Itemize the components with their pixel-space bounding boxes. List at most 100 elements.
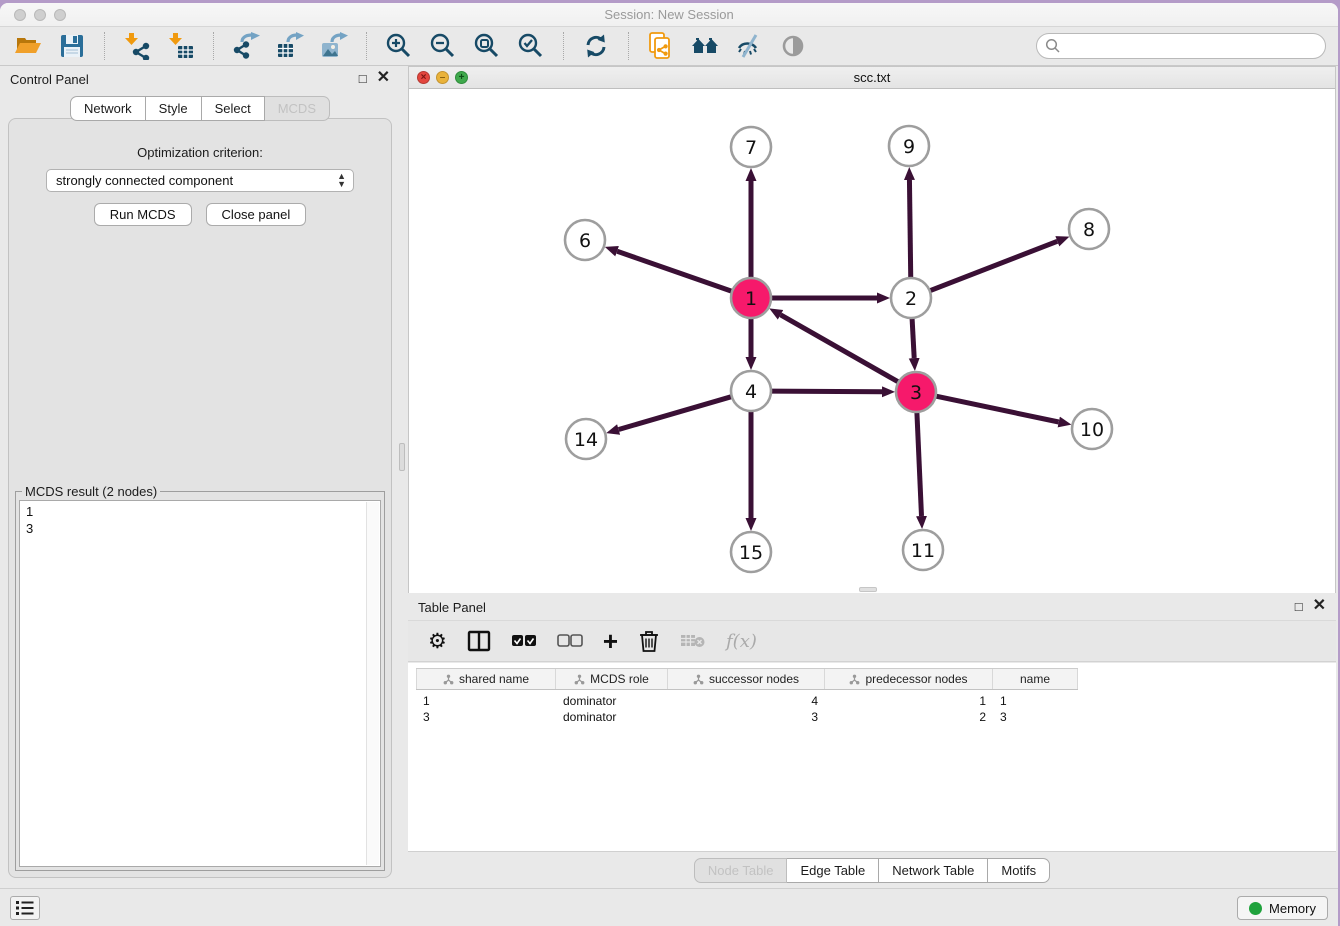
table-cell[interactable]: 4 — [668, 693, 825, 709]
run-mcds-button[interactable]: Run MCDS — [94, 203, 192, 226]
column-header-successor-nodes[interactable]: successor nodes — [668, 669, 825, 689]
zoom-selected-icon[interactable] — [515, 30, 547, 62]
table-cell[interactable]: 1 — [993, 693, 1078, 709]
table-cell[interactable]: dominator — [556, 709, 668, 725]
delete-table-icon — [680, 633, 706, 649]
network-window-title: scc.txt — [409, 70, 1335, 85]
vertical-splitter-handle[interactable] — [399, 443, 405, 471]
close-panel-button[interactable]: Close panel — [206, 203, 307, 226]
table-panel-title: Table Panel — [418, 600, 486, 615]
float-table-panel-icon[interactable]: □ — [1295, 600, 1303, 613]
apply-layout-icon[interactable] — [580, 30, 612, 62]
table-row[interactable]: 3dominator323 — [416, 709, 1078, 725]
mcds-panel-body: Optimization criterion: strongly connect… — [8, 118, 392, 878]
column-settings-icon[interactable]: ⚙ — [428, 631, 447, 652]
table-row[interactable]: 1dominator411 — [416, 693, 1078, 709]
toolbar-separator — [213, 32, 214, 60]
tab-edge-table[interactable]: Edge Table — [787, 858, 879, 883]
titlebar: Session: New Session — [0, 3, 1338, 27]
import-network-icon[interactable] — [121, 30, 153, 62]
function-builder-icon: f(x) — [726, 631, 757, 652]
export-image-icon[interactable] — [318, 30, 350, 62]
column-header-predecessor-nodes[interactable]: predecessor nodes — [825, 669, 993, 689]
export-network-icon[interactable] — [230, 30, 262, 62]
optimization-criterion-label: Optimization criterion: — [9, 145, 391, 160]
memory-button[interactable]: Memory — [1237, 896, 1328, 920]
deselect-all-columns-icon[interactable] — [557, 634, 583, 648]
import-table-icon[interactable] — [165, 30, 197, 62]
toolbar-separator — [104, 32, 105, 60]
graph-edge-1-6[interactable] — [617, 251, 732, 291]
zoom-in-icon[interactable] — [383, 30, 415, 62]
result-scrollbar[interactable] — [366, 502, 379, 865]
graph-node-label-15: 15 — [739, 542, 763, 564]
graph-edge-3-11[interactable] — [917, 412, 922, 516]
close-panel-icon[interactable]: ✕ — [377, 70, 390, 86]
graph-edge-3-10[interactable] — [936, 396, 1059, 422]
mcds-result-text: 1 3 — [20, 501, 366, 866]
graph-node-label-7: 7 — [745, 137, 757, 159]
zoom-out-icon[interactable] — [427, 30, 459, 62]
graph-node-label-8: 8 — [1083, 219, 1095, 241]
table-cell[interactable]: 3 — [668, 709, 825, 725]
network-graph[interactable]: 7961284314101511 — [409, 89, 1335, 593]
graph-edge-4-3[interactable] — [771, 391, 882, 392]
horizontal-splitter-handle[interactable] — [859, 587, 877, 592]
graph-node-label-9: 9 — [903, 136, 915, 158]
tab-network-table[interactable]: Network Table — [879, 858, 988, 883]
graph-edge-3-1[interactable] — [781, 315, 899, 382]
tab-motifs[interactable]: Motifs — [988, 858, 1050, 883]
toolbar-separator — [628, 32, 629, 60]
mcds-result-box: MCDS result (2 nodes) 1 3 — [15, 491, 385, 871]
select-all-columns-icon[interactable] — [511, 634, 537, 648]
network-window-titlebar[interactable]: × – + scc.txt — [409, 67, 1335, 89]
export-table-icon[interactable] — [274, 30, 306, 62]
search-container — [1036, 33, 1326, 59]
save-session-icon[interactable] — [56, 30, 88, 62]
open-session-icon[interactable] — [12, 30, 44, 62]
clone-network-icon[interactable] — [645, 30, 677, 62]
graph-edge-4-14[interactable] — [619, 397, 732, 430]
criterion-select[interactable]: strongly connected component ▲▼ — [46, 169, 354, 192]
tab-select[interactable]: Select — [202, 96, 265, 121]
graph-node-label-10: 10 — [1080, 419, 1104, 441]
tab-node-table[interactable]: Node Table — [694, 858, 788, 883]
column-header-shared-name[interactable]: shared name — [416, 669, 556, 689]
add-row-icon[interactable]: + — [603, 628, 618, 654]
column-header-name[interactable]: name — [993, 669, 1078, 689]
memory-label: Memory — [1269, 901, 1316, 916]
hide-selected-icon[interactable] — [733, 30, 765, 62]
mcds-result-area[interactable]: 1 3 — [19, 500, 381, 867]
select-stepper-icon: ▲▼ — [337, 172, 346, 188]
graph-node-label-14: 14 — [574, 429, 598, 451]
first-neighbors-icon[interactable] — [689, 30, 721, 62]
show-all-icon[interactable] — [777, 30, 809, 62]
toolbar-separator — [563, 32, 564, 60]
graph-edge-2-9[interactable] — [909, 180, 910, 278]
table-cell[interactable]: 3 — [416, 709, 556, 725]
graph-edge-2-8[interactable] — [930, 241, 1058, 290]
table-cell[interactable]: 1 — [416, 693, 556, 709]
zoom-fit-icon[interactable] — [471, 30, 503, 62]
table-cell[interactable]: 2 — [825, 709, 993, 725]
split-panes-icon[interactable] — [467, 629, 491, 653]
tab-network[interactable]: Network — [70, 96, 146, 121]
delete-row-icon[interactable] — [638, 629, 660, 653]
task-history-button[interactable] — [10, 896, 40, 920]
network-canvas[interactable]: 7961284314101511 — [409, 89, 1335, 593]
table-cell[interactable]: 3 — [993, 709, 1078, 725]
table-toolbar: ⚙ + f(x) — [408, 620, 1336, 662]
graph-node-label-11: 11 — [911, 540, 935, 562]
table-panel-header: Table Panel □ ✕ — [408, 594, 1336, 620]
close-table-panel-icon[interactable]: ✕ — [1313, 598, 1326, 614]
table-cell[interactable]: 1 — [825, 693, 993, 709]
tab-mcds[interactable]: MCDS — [265, 96, 330, 121]
column-header-mcds-role[interactable]: MCDS role — [556, 669, 668, 689]
float-panel-icon[interactable]: □ — [359, 72, 367, 85]
graph-edge-2-3[interactable] — [912, 318, 914, 358]
graph-node-label-4: 4 — [745, 381, 757, 403]
search-input[interactable] — [1036, 33, 1326, 59]
status-bar: Memory — [0, 888, 1338, 926]
table-cell[interactable]: dominator — [556, 693, 668, 709]
tab-style[interactable]: Style — [146, 96, 202, 121]
